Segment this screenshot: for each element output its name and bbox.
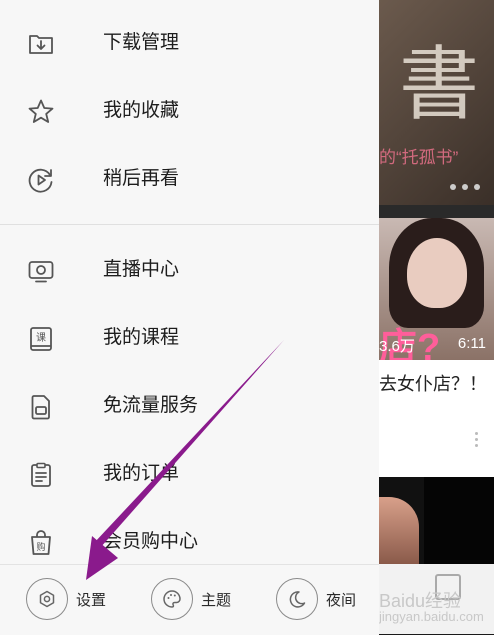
download-folder-icon <box>27 30 55 58</box>
menu-item-favorites[interactable]: 我的收藏 <box>0 82 379 142</box>
menu-divider <box>0 224 379 225</box>
menu-item-label: 我的收藏 <box>103 100 180 121</box>
menu-item-watch-later[interactable]: 稍后再看 <box>0 150 379 210</box>
video-title: 去女仆店？！ <box>379 374 487 394</box>
video-duration: 6:11 <box>457 335 486 352</box>
palette-icon <box>151 578 193 620</box>
watermark-url: jingyan.baidu.com <box>379 609 484 624</box>
thumbnail-face <box>407 238 467 308</box>
svg-text:购: 购 <box>36 541 45 553</box>
menu-item-label: 免流量服务 <box>103 395 199 416</box>
menu-item-label: 会员购中心 <box>103 531 199 552</box>
moon-icon <box>276 578 318 620</box>
menu-item-my-courses[interactable]: 课 我的课程 <box>0 309 379 369</box>
menu-item-label: 我的订单 <box>103 463 180 484</box>
course-book-icon: 课 <box>27 325 55 353</box>
side-drawer: 下载管理 我的收藏 稍后再看 直播中心 课 我的课程 免流量服务 我的订单 购 … <box>0 0 379 635</box>
menu-item-label: 下载管理 <box>103 32 180 53</box>
night-label: 夜间 <box>326 592 357 609</box>
watch-later-icon <box>27 166 55 194</box>
settings-label: 设置 <box>76 592 107 609</box>
right-bottom-area: Baidu经验 jingyan.baidu.com <box>379 564 494 634</box>
menu-item-label: 直播中心 <box>103 259 180 280</box>
menu-item-label: 稍后再看 <box>103 168 180 189</box>
drawer-bottom-bar: 设置 主题 夜间 <box>0 564 379 635</box>
menu-item-downloads[interactable]: 下载管理 <box>0 14 379 74</box>
menu-item-my-orders[interactable]: 我的订单 <box>0 445 379 505</box>
menu-item-label: 我的课程 <box>103 327 180 348</box>
live-tv-icon <box>27 257 55 285</box>
banner-card[interactable]: 書 的“托孤书” <box>379 0 494 205</box>
theme-label: 主题 <box>201 592 232 609</box>
sim-card-icon <box>27 393 55 421</box>
settings-icon <box>26 578 68 620</box>
banner-caption: 的“托孤书” <box>379 148 459 167</box>
banner-pager-dots <box>450 184 480 190</box>
video-views: 3.6万 <box>379 338 415 355</box>
video-thumbnail-2[interactable] <box>379 477 494 564</box>
order-clipboard-icon <box>27 461 55 489</box>
banner-calligraphy: 書 <box>399 38 479 131</box>
video-thumbnail[interactable]: 店? 3.6万 6:11 <box>379 218 494 360</box>
video-stats: 3.6万 6:11 <box>379 335 486 356</box>
menu-item-free-data[interactable]: 免流量服务 <box>0 377 379 437</box>
more-options-icon[interactable] <box>475 432 478 447</box>
svg-text:课: 课 <box>36 332 46 344</box>
menu-item-live-center[interactable]: 直播中心 <box>0 241 379 301</box>
star-icon <box>27 98 55 126</box>
video-info[interactable]: 去女仆店？！ <box>379 360 494 477</box>
shopping-bag-icon: 购 <box>27 529 55 557</box>
